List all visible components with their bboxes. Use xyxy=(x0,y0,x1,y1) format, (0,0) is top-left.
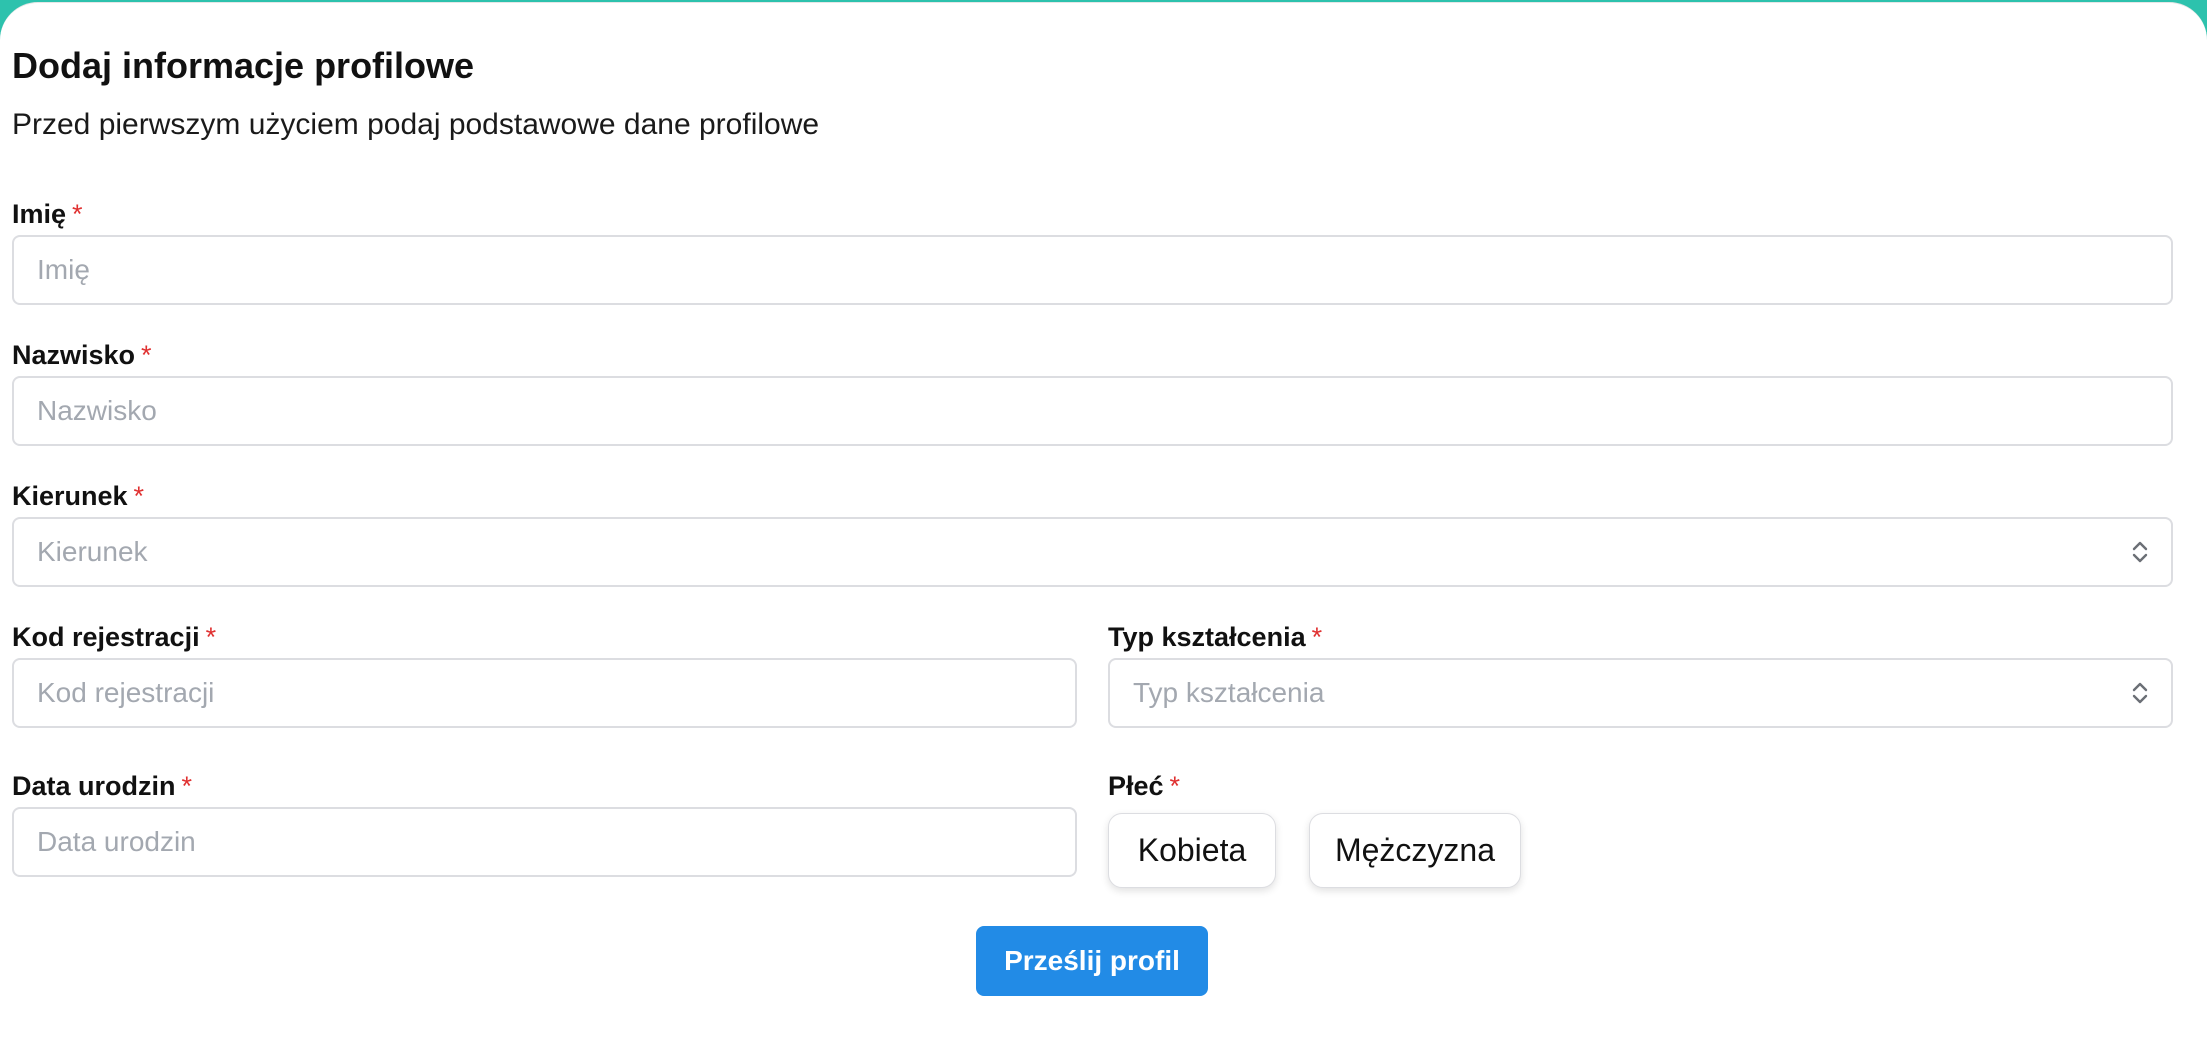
last-name-placeholder: Nazwisko xyxy=(37,395,157,426)
gender-option-male-button[interactable]: Mężczyzna xyxy=(1309,813,1521,888)
first-name-input[interactable]: Imię xyxy=(12,235,2173,305)
field-of-study-label: Kierunek * xyxy=(12,478,144,514)
last-name-input[interactable]: Nazwisko xyxy=(12,376,2173,446)
field-of-study-placeholder: Kierunek xyxy=(37,536,148,567)
required-marker: * xyxy=(133,481,145,511)
birth-date-label-text: Data urodzin xyxy=(12,771,176,801)
required-marker: * xyxy=(72,199,83,229)
chevron-up-down-icon xyxy=(2132,541,2148,563)
education-type-label-text: Typ kształcenia xyxy=(1108,622,1306,652)
required-marker: * xyxy=(205,622,217,652)
required-marker: * xyxy=(181,771,193,801)
last-name-label-text: Nazwisko xyxy=(12,340,136,370)
chevron-up-down-icon xyxy=(2132,682,2148,704)
page-title: Dodaj informacje profilowe xyxy=(12,45,475,86)
registration-code-input[interactable]: Kod rejestracji xyxy=(12,658,1077,728)
education-type-label: Typ kształcenia * xyxy=(1108,619,1322,655)
gender-option-female-button[interactable]: Kobieta xyxy=(1108,813,1276,888)
last-name-label: Nazwisko * xyxy=(12,337,152,373)
birth-date-label: Data urodzin * xyxy=(12,768,192,804)
education-type-select[interactable]: Typ kształcenia xyxy=(1108,658,2173,728)
page-subtitle: Przed pierwszym użyciem podaj podstawowe… xyxy=(12,108,820,141)
first-name-placeholder: Imię xyxy=(37,254,90,285)
required-marker: * xyxy=(1169,771,1181,801)
education-type-placeholder: Typ kształcenia xyxy=(1133,677,1325,708)
gender-label: Płeć * xyxy=(1108,768,1180,804)
field-of-study-select[interactable]: Kierunek xyxy=(12,517,2173,587)
field-of-study-label-text: Kierunek xyxy=(12,481,128,511)
birth-date-input[interactable]: Data urodzin xyxy=(12,807,1077,877)
gender-label-text: Płeć xyxy=(1108,771,1164,801)
registration-code-placeholder: Kod rejestracji xyxy=(37,677,215,708)
submit-profile-button[interactable]: Prześlij profil xyxy=(976,926,1208,996)
registration-code-label: Kod rejestracji * xyxy=(12,619,216,655)
profile-form-card: Dodaj informacje profilowe Przed pierwsz… xyxy=(0,2,2207,1062)
required-marker: * xyxy=(141,340,152,370)
birth-date-placeholder: Data urodzin xyxy=(37,826,196,857)
registration-code-label-text: Kod rejestracji xyxy=(12,622,200,652)
required-marker: * xyxy=(1311,622,1323,652)
first-name-label: Imię * xyxy=(12,196,83,232)
first-name-label-text: Imię xyxy=(12,199,67,229)
